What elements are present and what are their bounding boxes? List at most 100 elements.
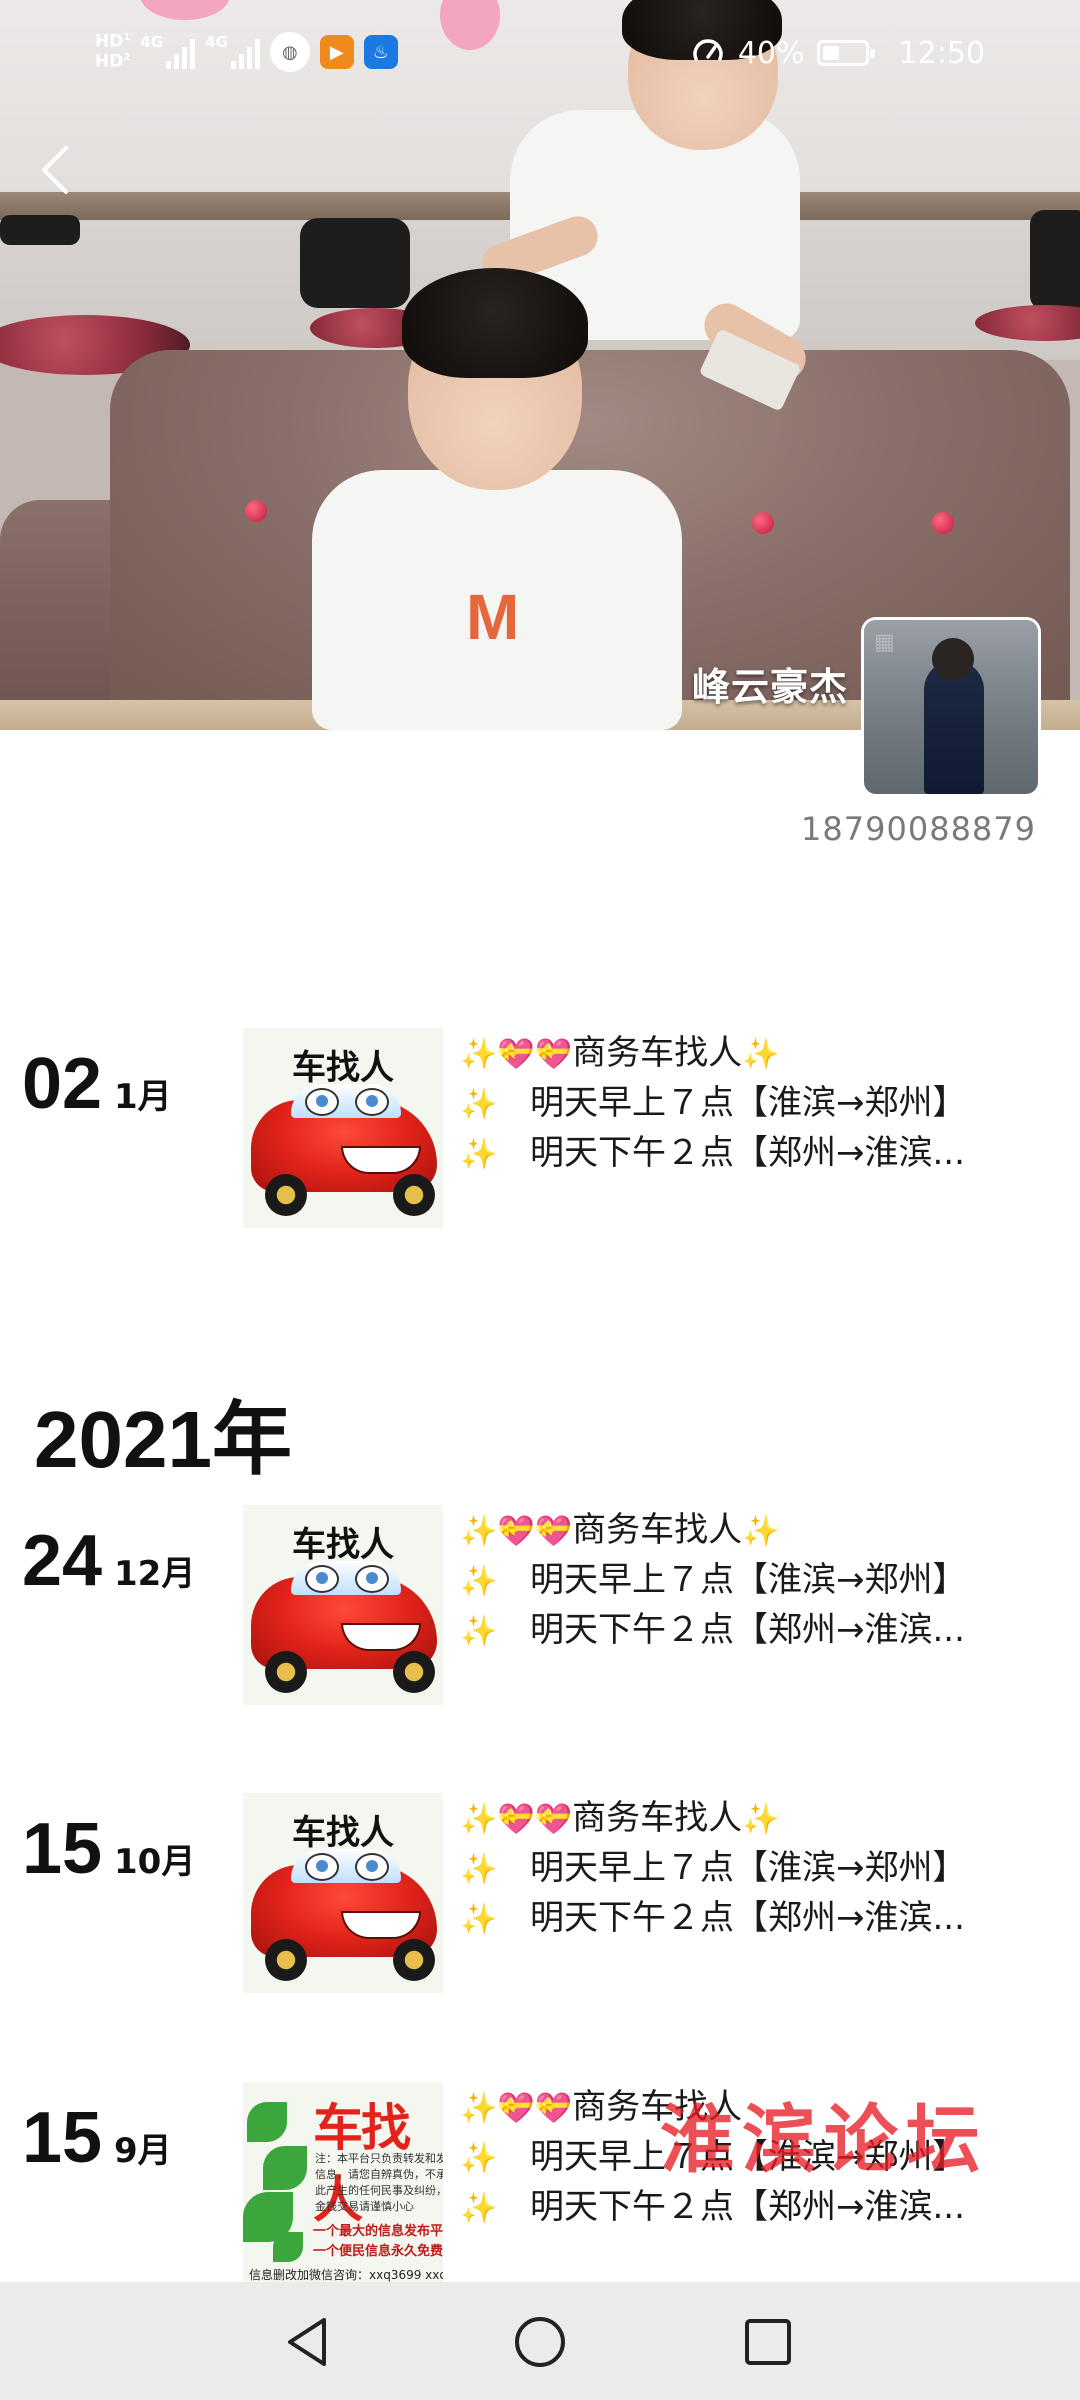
sparkles-icon: ✨ [460, 2141, 498, 2176]
thumbnail-caption: 车找人 [292, 1048, 394, 1088]
post-month: 10月 [114, 1842, 196, 1882]
sparkles-icon: ✨ [742, 1802, 780, 1837]
sparkles-icon: ✨ [460, 2191, 498, 2226]
car-eye [355, 1088, 389, 1116]
feed-post[interactable]: 24 12月 车找人 ✨💝💝商务车找人✨ ✨ 明天早上７点【淮滨→郑州】 ✨ 明天下… [0, 1505, 1080, 1715]
sparkles-icon: ✨ [460, 1852, 498, 1887]
avatar-figure-head [932, 638, 974, 680]
cover-shirt-logo: M [466, 581, 520, 653]
car-eye [305, 1088, 339, 1116]
post-line-1: ✨💝💝商务车找人✨ [460, 1033, 780, 1073]
post-line-3: ✨ 明天下午２点【郑州→淮滨... [460, 2182, 1060, 2232]
cover-stool [0, 215, 80, 245]
nav-recents-icon[interactable] [730, 2304, 806, 2380]
sparkles-icon: ✨ [460, 1902, 498, 1937]
signal-icon: 4G [205, 35, 260, 69]
sparkles-icon: ✨ [460, 2091, 498, 2126]
poster-note: 信息，请您自辨真伪，不承担 [315, 2168, 443, 2181]
sparkles-icon: ✨ [460, 1564, 498, 1599]
car-wheel [265, 1651, 307, 1693]
cover-child-front-hair [402, 268, 588, 378]
car-eye [305, 1565, 339, 1593]
signal-icon: 4G [140, 35, 196, 69]
status-time: 12:50 [898, 35, 985, 71]
heart-gift-icon: 💝💝 [497, 1514, 573, 1549]
app-icon: ◍ [269, 32, 310, 72]
poster-leaf-decoration [273, 2232, 303, 2262]
post-month: 12月 [114, 1554, 196, 1594]
post-month: 1月 [114, 1077, 172, 1117]
battery-percent: 40% [737, 35, 805, 71]
post-line-1: ✨💝💝商务车找人✨ [460, 1510, 780, 1550]
avatar-background: ▦ [874, 630, 895, 655]
cover-stool [1030, 210, 1080, 310]
post-thumbnail[interactable]: 车找人 [243, 1505, 443, 1705]
post-thumbnail[interactable]: 车找人 注：本平台只负责转发和发布 信息，请您自辨真伪，不承担 此产生的任何民事… [243, 2082, 443, 2282]
thumbnail-caption: 车找人 [292, 1525, 394, 1565]
sparkles-icon: ✨ [460, 1087, 498, 1122]
system-navigation-bar [0, 2282, 1080, 2400]
cover-sofa-button [245, 500, 267, 522]
sparkles-icon: ✨ [742, 1514, 780, 1549]
sparkles-icon: ✨ [460, 1614, 498, 1649]
sparkles-icon: ✨ [460, 1037, 498, 1072]
status-left: HD1 HD2 4G 4G ◍ ▶ ♨ [95, 20, 398, 84]
post-day: 24 [22, 1521, 103, 1601]
feed-post[interactable]: 15 10月 车找人 ✨💝💝商务车找人✨ ✨ 明天早上７点【淮滨→郑州】 ✨ 明天下… [0, 1793, 1080, 2003]
post-line-1: ✨💝💝商务车找人✨ [460, 1798, 780, 1838]
car-wheel [393, 1174, 435, 1216]
post-line-3: ✨ 明天下午２点【郑州→淮滨... [460, 1128, 1060, 1178]
post-thumbnail[interactable]: 车找人 [243, 1793, 443, 1993]
post-line-2: ✨ 明天早上７点【淮滨→郑州】 [460, 1843, 1060, 1893]
nav-back-icon[interactable] [270, 2304, 346, 2380]
sparkles-icon: ✨ [460, 1514, 498, 1549]
avatar-figure [924, 660, 984, 794]
moments-page: M HD1 HD2 4G 4G ◍ ▶ ♨ 40% 12:50 峰云豪杰 ▦ 1… [0, 0, 1080, 2400]
cover-stool [300, 218, 410, 308]
poster-note: 注：本平台只负责转发和发布 [315, 2152, 443, 2165]
feed-post[interactable]: 02 1月 车找人 ✨💝💝商务车找人✨ ✨ 明天早上７点【淮滨→郑州】 ✨ 明天下午… [0, 1028, 1080, 1238]
sparkles-icon: ✨ [742, 1037, 780, 1072]
status-right: 40% 12:50 [690, 26, 985, 80]
sparkles-icon: ✨ [460, 1137, 498, 1172]
hd-icon: HD1 HD2 [95, 31, 131, 72]
car-wheel [265, 1174, 307, 1216]
forum-watermark: 淮滨论坛 [660, 2097, 988, 2183]
poster-footer: 信息删改加微信咨询：xxq3699 xxq3 [249, 2268, 443, 2282]
car-wheel [393, 1939, 435, 1981]
profile-nickname: 峰云豪杰 [691, 665, 848, 709]
post-month: 9月 [114, 2131, 172, 2171]
car-eye [355, 1565, 389, 1593]
post-text[interactable]: ✨💝💝商务车找人✨ ✨ 明天早上７点【淮滨→郑州】 ✨ 明天下午２点【郑州→淮滨..… [460, 1505, 1060, 1655]
heart-gift-icon: 💝💝 [497, 1037, 573, 1072]
back-arrow-icon[interactable] [30, 140, 80, 200]
post-day: 15 [22, 1809, 103, 1889]
post-line-2: ✨ 明天早上７点【淮滨→郑州】 [460, 1078, 1060, 1128]
nav-home-icon[interactable] [502, 2304, 578, 2380]
poster-leaf-decoration [247, 2102, 287, 2142]
poster-slogan: 一个便民信息永久免费发布平 [313, 2244, 443, 2259]
cover-sofa-button [932, 512, 954, 534]
car-eye [305, 1853, 339, 1881]
cover-sofa-button [752, 512, 774, 534]
thumbnail-caption: 车找人 [292, 1813, 394, 1853]
post-line-2: ✨ 明天早上７点【淮滨→郑州】 [460, 1555, 1060, 1605]
post-text[interactable]: ✨💝💝商务车找人✨ ✨ 明天早上７点【淮滨→郑州】 ✨ 明天下午２点【郑州→淮滨..… [460, 1793, 1060, 1943]
heart-gift-icon: 💝💝 [497, 1802, 573, 1837]
post-line-3: ✨ 明天下午２点【郑州→淮滨... [460, 1893, 1060, 1943]
video-app-icon: ▶ [319, 35, 354, 69]
car-eye [355, 1853, 389, 1881]
notification-app-icon: ♨ [363, 35, 398, 69]
poster-note: 金钱交易请谨慎小心 [315, 2200, 414, 2213]
post-day: 15 [22, 2098, 103, 2178]
heart-gift-icon: 💝💝 [497, 2091, 573, 2126]
post-text[interactable]: ✨💝💝商务车找人✨ ✨ 明天早上７点【淮滨→郑州】 ✨ 明天下午２点【郑州→淮滨..… [460, 1028, 1060, 1178]
poster-leaf-decoration [263, 2146, 307, 2190]
status-bar: HD1 HD2 4G 4G ◍ ▶ ♨ 40% 12:50 [0, 0, 1080, 104]
profile-avatar[interactable]: ▦ [864, 620, 1038, 794]
battery-icon [816, 40, 875, 66]
car-wheel [393, 1651, 435, 1693]
poster-slogan: 一个最大的信息发布平台 [313, 2224, 443, 2239]
sparkles-icon: ✨ [460, 1802, 498, 1837]
post-thumbnail[interactable]: 车找人 [243, 1028, 443, 1228]
